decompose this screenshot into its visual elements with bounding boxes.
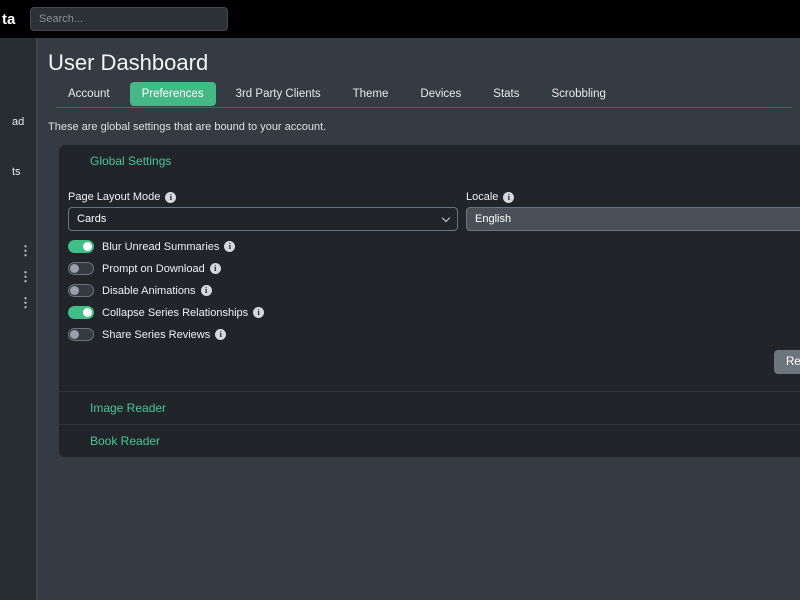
info-icon[interactable]: i	[253, 307, 265, 318]
toggle-label: Collapse Series Relationships i	[102, 306, 265, 319]
toggle-collapse-series-relationships[interactable]	[68, 306, 94, 319]
preferences-accordion: Global Settings Page Layout Mode i Cards…	[59, 145, 800, 457]
kebab-menu-icon[interactable]: ⋮	[19, 244, 32, 257]
tab-account[interactable]: Account	[56, 82, 122, 106]
tab-3rd-party-clients[interactable]: 3rd Party Clients	[224, 82, 333, 106]
global-settings-body: Page Layout Mode i Cards Locale i Englis…	[59, 177, 800, 391]
accordion-header-book-reader[interactable]: Book Reader	[59, 425, 800, 457]
info-icon[interactable]: i	[215, 329, 227, 340]
toggle-prompt-on-download[interactable]	[68, 262, 94, 275]
reset-row: Reset	[68, 350, 800, 374]
page-title: User Dashboard	[48, 50, 209, 75]
toggle-label-text: Prompt on Download	[102, 262, 205, 275]
reset-button[interactable]: Reset	[773, 350, 800, 374]
tab-theme[interactable]: Theme	[341, 82, 401, 106]
side-nav: ad ts ⋮ ⋮ ⋮	[0, 38, 38, 600]
tab-preferences[interactable]: Preferences	[129, 82, 216, 106]
info-icon[interactable]: i	[209, 263, 221, 274]
field-label-text: Page Layout Mode	[68, 191, 161, 203]
toggle-row-blur-unread-summaries: Blur Unread Summaries i	[68, 240, 791, 253]
toggle-label: Prompt on Download i	[102, 263, 221, 275]
toggle-label-text: Disable Animations	[102, 284, 196, 297]
kebab-menu-icon[interactable]: ⋮	[19, 270, 32, 283]
toggle-knob	[70, 286, 79, 295]
accordion-header-global-settings[interactable]: Global Settings	[59, 145, 800, 177]
field-label-text: Locale	[466, 191, 499, 203]
search-input[interactable]	[30, 7, 228, 31]
toggle-row-prompt-on-download: Prompt on Download i	[68, 262, 791, 275]
toggle-label: Disable Animations i	[102, 285, 212, 297]
toggle-disable-animations[interactable]	[68, 284, 94, 297]
toggle-knob	[70, 264, 79, 273]
sidebar-item-label[interactable]: ts	[12, 166, 21, 178]
info-icon[interactable]: i	[503, 191, 515, 203]
toggle-share-series-reviews[interactable]	[68, 328, 94, 341]
toggle-row-disable-animations: Disable Animations i	[68, 284, 791, 297]
toggle-knob	[83, 242, 92, 251]
toggle-knob	[83, 308, 92, 317]
toggle-knob	[70, 330, 79, 339]
page-layout-mode-select[interactable]: Cards	[68, 207, 458, 231]
dashboard-tabs: Account Preferences 3rd Party Clients Th…	[56, 82, 792, 108]
toggle-row-collapse-series-relationships: Collapse Series Relationships i	[68, 306, 791, 319]
toggle-label: Share Series Reviews i	[102, 328, 227, 341]
toggle-label-text: Collapse Series Relationships	[102, 306, 249, 319]
toggle-blur-unread-summaries[interactable]	[68, 240, 94, 253]
top-navbar: ta	[0, 0, 800, 38]
sidebar-item-label[interactable]: ad	[12, 116, 24, 128]
tab-scrobbling[interactable]: Scrobbling	[540, 82, 618, 106]
main-content: User Dashboard Account Preferences 3rd P…	[40, 38, 800, 600]
locale-field: Locale i English	[466, 183, 800, 231]
info-icon[interactable]: i	[165, 191, 177, 203]
tab-devices[interactable]: Devices	[408, 82, 473, 106]
toggle-list: Blur Unread Summaries i Prompt on Downlo…	[68, 240, 791, 341]
locale-select[interactable]: English	[466, 207, 800, 231]
info-icon[interactable]: i	[200, 285, 212, 296]
toggle-label-text: Share Series Reviews	[102, 328, 211, 341]
accordion-header-image-reader[interactable]: Image Reader	[59, 392, 800, 424]
page-layout-mode-label: Page Layout Mode i	[68, 191, 458, 203]
tab-stats[interactable]: Stats	[481, 82, 531, 106]
kebab-menu-icon[interactable]: ⋮	[19, 296, 32, 309]
locale-label: Locale i	[466, 191, 800, 203]
toggle-label: Blur Unread Summaries i	[102, 240, 236, 253]
toggle-label-text: Blur Unread Summaries	[102, 240, 220, 253]
toggle-row-share-series-reviews: Share Series Reviews i	[68, 328, 791, 341]
info-icon[interactable]: i	[224, 241, 236, 252]
page-description: These are global settings that are bound…	[48, 121, 327, 133]
chevron-down-icon	[441, 213, 451, 222]
selected-value: Cards	[77, 213, 107, 225]
selected-value: English	[475, 213, 512, 225]
app-logo[interactable]: ta	[2, 11, 24, 28]
page-layout-mode-field: Page Layout Mode i Cards	[68, 183, 458, 231]
